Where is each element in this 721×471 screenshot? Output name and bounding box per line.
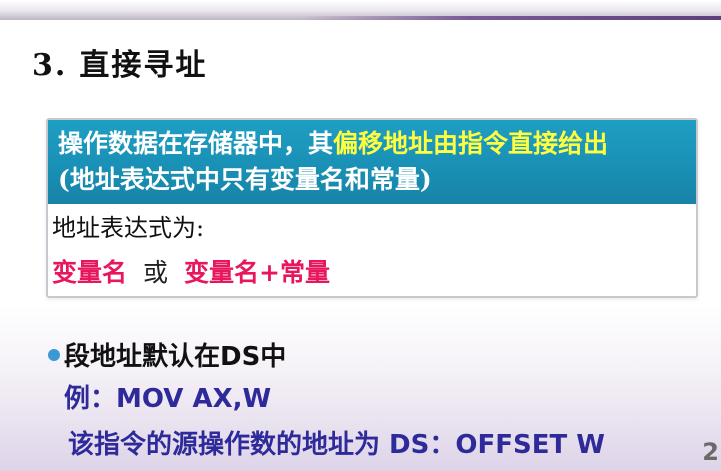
definition-box-header: 操作数据在存储器中，其偏移地址由指令直接给出 (地址表达式中只有变量名和常量)	[48, 120, 696, 204]
expression-form-variable-plus-constant: 变量名+常量	[184, 258, 330, 287]
definition-box: 操作数据在存储器中，其偏移地址由指令直接给出 (地址表达式中只有变量名和常量) …	[46, 118, 698, 298]
slide-title: 3. 直接寻址	[32, 40, 207, 84]
top-decorative-band	[0, 0, 721, 20]
bullet-point: 段地址默认在DS中	[48, 336, 286, 373]
address-expression-forms: 变量名或变量名+常量	[52, 256, 696, 290]
page-number: 2	[702, 438, 719, 466]
example-line: 例：MOV AX,W	[64, 384, 272, 414]
bullet-point-text: 段地址默认在DS中	[64, 342, 287, 372]
slide-title-text: 直接寻址	[79, 48, 208, 83]
filled-circle-bullet-icon	[48, 348, 60, 361]
definition-line-1: 操作数据在存储器中，其偏移地址由指令直接给出	[58, 126, 696, 162]
expression-or-word: 或	[143, 258, 169, 287]
expression-form-variable: 变量名	[52, 258, 128, 287]
definition-line-1-plain: 操作数据在存储器中，其	[58, 129, 334, 158]
address-expression-label: 地址表达式为:	[52, 214, 205, 242]
slide-title-number: 3.	[32, 48, 68, 83]
explanation-line: 该指令的源操作数的地址为 DS：OFFSET W	[68, 430, 605, 460]
definition-line-1-highlight: 偏移地址由指令直接给出	[333, 129, 609, 158]
definition-box-body: 地址表达式为: 变量名或变量名+常量	[48, 212, 696, 290]
definition-line-2: (地址表达式中只有变量名和常量)	[58, 165, 432, 194]
